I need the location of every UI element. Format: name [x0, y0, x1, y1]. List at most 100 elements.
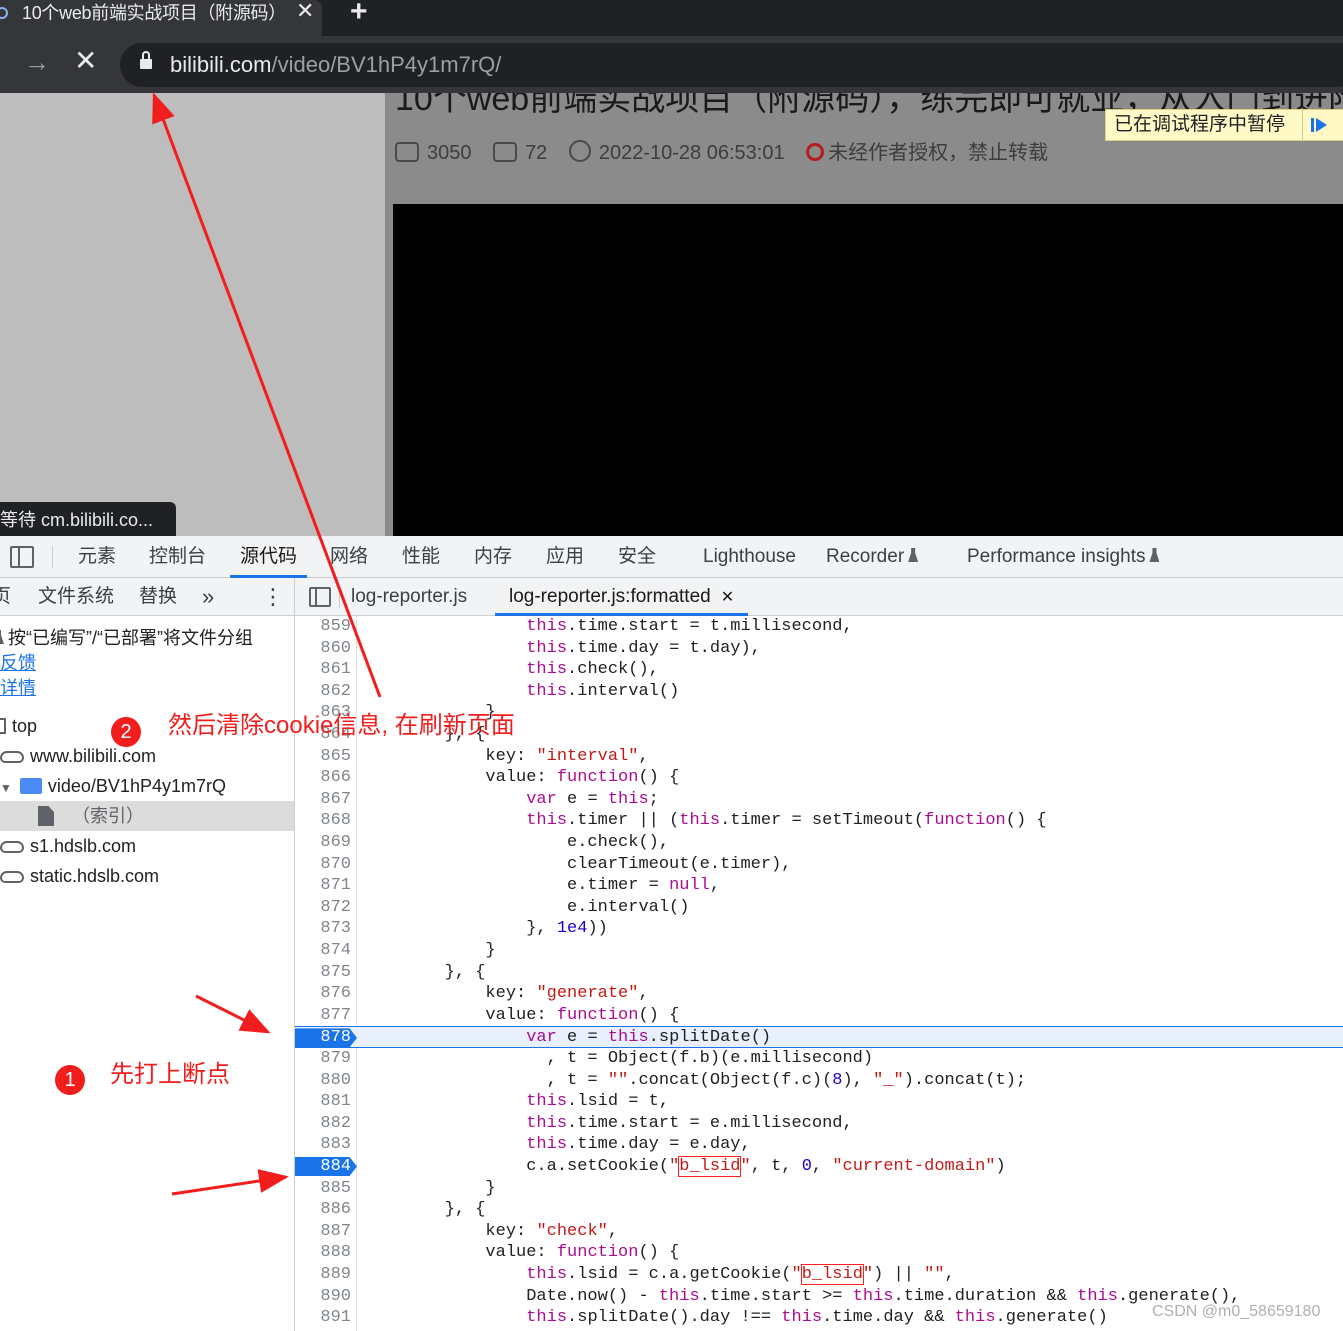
- lock-icon[interactable]: [140, 51, 152, 70]
- editor-tab-log-reporter-formatted[interactable]: log-reporter.js:formatted ✕: [495, 578, 749, 616]
- line-number[interactable]: 885: [295, 1178, 351, 1200]
- tree-host-s1[interactable]: s1.hdslb.com: [0, 831, 136, 861]
- code-line[interactable]: 870 clearTimeout(e.timer),: [295, 854, 1343, 876]
- code-line[interactable]: 876 key: "generate",: [295, 983, 1343, 1005]
- tab-elements[interactable]: 元素: [78, 536, 116, 578]
- line-number[interactable]: 870: [295, 854, 351, 876]
- code-line[interactable]: 865 key: "interval",: [295, 746, 1343, 768]
- line-number[interactable]: 869: [295, 832, 351, 854]
- line-number[interactable]: 878: [295, 1027, 351, 1049]
- line-number[interactable]: 882: [295, 1113, 351, 1135]
- line-number[interactable]: 883: [295, 1134, 351, 1156]
- kebab-menu-icon[interactable]: ⋮: [262, 578, 284, 616]
- nav-tab-overrides[interactable]: 替换: [139, 578, 177, 616]
- line-number[interactable]: 871: [295, 875, 351, 897]
- browser-tab[interactable]: 10个web前端实战项目（附源码） ✕: [0, 0, 322, 36]
- code-line[interactable]: 889 this.lsid = c.a.getCookie("b_lsid") …: [295, 1264, 1343, 1286]
- learn-more-link[interactable]: 了解详情: [0, 676, 36, 700]
- forward-arrow-icon[interactable]: →: [24, 47, 50, 77]
- resume-button[interactable]: [1302, 110, 1332, 140]
- line-number[interactable]: 884: [295, 1156, 351, 1178]
- line-number[interactable]: 881: [295, 1091, 351, 1113]
- code-line[interactable]: 880 , t = "".concat(Object(f.c)(8), "_")…: [295, 1070, 1343, 1092]
- tree-host-www[interactable]: www.bilibili.com: [0, 741, 156, 771]
- tab-close-icon[interactable]: ✕: [296, 0, 314, 22]
- line-number[interactable]: 861: [295, 659, 351, 681]
- code-line[interactable]: 887 key: "check",: [295, 1221, 1343, 1243]
- tab-memory[interactable]: 内存: [474, 536, 512, 578]
- editor-tab-log-reporter[interactable]: log-reporter.js: [351, 578, 467, 616]
- tree-frame-top[interactable]: top: [0, 711, 37, 741]
- line-number[interactable]: 867: [295, 789, 351, 811]
- tree-host-static[interactable]: static.hdslb.com: [0, 861, 159, 891]
- line-number[interactable]: 876: [295, 983, 351, 1005]
- tab-security[interactable]: 安全: [618, 536, 656, 578]
- tab-console[interactable]: 控制台: [149, 536, 206, 578]
- nav-tab-page[interactable]: 页: [0, 578, 11, 616]
- tab-performance-insights[interactable]: Performance insights: [967, 536, 1160, 578]
- line-number[interactable]: 886: [295, 1199, 351, 1221]
- line-number[interactable]: 889: [295, 1264, 351, 1286]
- line-number[interactable]: 868: [295, 810, 351, 832]
- line-number[interactable]: 874: [295, 940, 351, 962]
- line-number[interactable]: 877: [295, 1005, 351, 1027]
- tab-application[interactable]: 应用: [546, 536, 584, 578]
- code-line[interactable]: 886 }, {: [295, 1199, 1343, 1221]
- line-number[interactable]: 865: [295, 746, 351, 768]
- code-line[interactable]: 875 }, {: [295, 962, 1343, 984]
- code-line[interactable]: 861 this.check(),: [295, 659, 1343, 681]
- tab-performance[interactable]: 性能: [402, 536, 440, 578]
- toggle-navigator-icon[interactable]: [309, 587, 331, 607]
- line-number[interactable]: 872: [295, 897, 351, 919]
- code-line[interactable]: 885 }: [295, 1178, 1343, 1200]
- line-number[interactable]: 860: [295, 638, 351, 660]
- code-line[interactable]: 881 this.lsid = t,: [295, 1091, 1343, 1113]
- code-line[interactable]: 860 this.time.day = t.day),: [295, 638, 1343, 660]
- code-line[interactable]: 888 value: function() {: [295, 1242, 1343, 1264]
- nav-tab-filesystem[interactable]: 文件系统: [38, 578, 114, 616]
- url-text[interactable]: bilibili.com/video/BV1hP4y1m7rQ/: [170, 52, 501, 78]
- line-number[interactable]: 875: [295, 962, 351, 984]
- code-line[interactable]: 874 }: [295, 940, 1343, 962]
- code-line[interactable]: 884 c.a.setCookie("b_lsid", t, 0, "curre…: [295, 1156, 1343, 1178]
- code-line[interactable]: 862 this.interval(): [295, 681, 1343, 703]
- send-feedback-link[interactable]: 发送反馈: [0, 651, 36, 675]
- code-line[interactable]: 859 this.time.start = t.millisecond,: [295, 616, 1343, 638]
- code-line[interactable]: 866 value: function() {: [295, 767, 1343, 789]
- code-line[interactable]: 867 var e = this;: [295, 789, 1343, 811]
- tree-file-index[interactable]: （索引）: [0, 801, 294, 831]
- line-number[interactable]: 859: [295, 616, 351, 638]
- expand-triangle-icon[interactable]: ▼: [0, 781, 12, 795]
- tab-recorder[interactable]: Recorder: [826, 536, 919, 578]
- new-tab-button[interactable]: +: [350, 0, 368, 27]
- code-line[interactable]: 877 value: function() {: [295, 1005, 1343, 1027]
- line-number[interactable]: 873: [295, 918, 351, 940]
- line-number[interactable]: 880: [295, 1070, 351, 1092]
- line-number[interactable]: 891: [295, 1307, 351, 1329]
- code-line[interactable]: 879 , t = Object(f.b)(e.millisecond): [295, 1048, 1343, 1070]
- line-number[interactable]: 890: [295, 1286, 351, 1308]
- line-number[interactable]: 887: [295, 1221, 351, 1243]
- tab-lighthouse[interactable]: Lighthouse: [703, 536, 796, 578]
- close-tab-icon[interactable]: ✕: [721, 589, 734, 606]
- line-number[interactable]: 866: [295, 767, 351, 789]
- code-line[interactable]: 871 e.timer = null,: [295, 875, 1343, 897]
- tree-folder-video[interactable]: ▼ video/BV1hP4y1m7rQ: [0, 771, 226, 801]
- more-tabs-icon[interactable]: »: [202, 578, 214, 616]
- stop-loading-icon[interactable]: ✕: [74, 46, 97, 76]
- code-line[interactable]: 868 this.timer || (this.timer = setTimeo…: [295, 810, 1343, 832]
- code-line[interactable]: 873 }, 1e4)): [295, 918, 1343, 940]
- code-line[interactable]: 883 this.time.day = e.day,: [295, 1134, 1343, 1156]
- code-line[interactable]: 882 this.time.start = e.millisecond,: [295, 1113, 1343, 1135]
- tab-network[interactable]: 网络: [330, 536, 368, 578]
- line-number[interactable]: 862: [295, 681, 351, 703]
- code-line[interactable]: 872 e.interval(): [295, 897, 1343, 919]
- video-player[interactable]: [393, 204, 1343, 536]
- tab-sources[interactable]: 源代码: [230, 536, 308, 578]
- code-line[interactable]: 878 var e = this.splitDate(): [295, 1026, 1343, 1048]
- code-line[interactable]: 869 e.check(),: [295, 832, 1343, 854]
- dock-side-icon[interactable]: [10, 546, 34, 568]
- line-number[interactable]: 888: [295, 1242, 351, 1264]
- line-number[interactable]: 879: [295, 1048, 351, 1070]
- address-bar[interactable]: bilibili.com/video/BV1hP4y1m7rQ/: [120, 43, 1343, 87]
